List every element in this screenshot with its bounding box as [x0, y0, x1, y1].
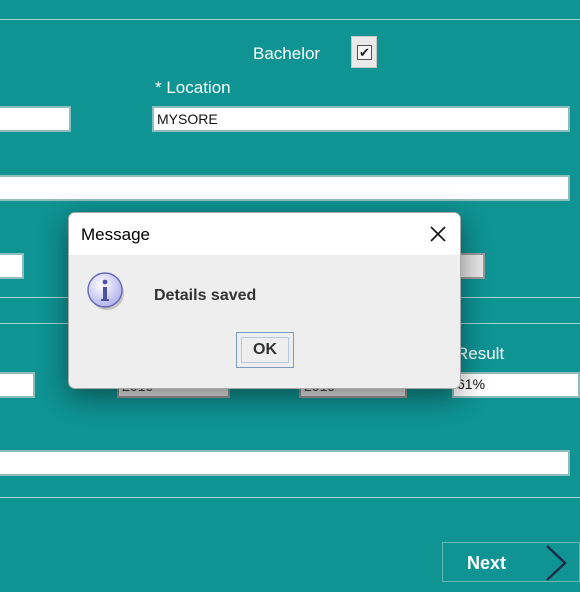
next-button-label: Next — [467, 553, 507, 573]
info-icon — [87, 272, 124, 310]
divider — [0, 19, 580, 20]
location-label: * Location — [155, 78, 231, 97]
divider — [0, 497, 580, 498]
chevron-right-icon — [546, 545, 567, 581]
next-button[interactable]: Next — [442, 542, 580, 582]
location-field[interactable]: MYSORE — [152, 106, 570, 132]
address-field[interactable] — [0, 175, 570, 201]
dialog-title: Message — [81, 225, 150, 244]
checkbox-check-icon: ✔ — [357, 45, 372, 60]
text-field-small[interactable] — [0, 253, 24, 279]
close-icon[interactable] — [428, 224, 448, 244]
remarks-field[interactable] — [0, 450, 570, 476]
bachelor-label: Bachelor — [253, 44, 321, 63]
result-field[interactable]: 61% — [452, 372, 580, 398]
bachelor-checkbox[interactable]: ✔ — [351, 36, 377, 68]
text-field-left[interactable] — [0, 106, 71, 132]
text-field-row[interactable] — [0, 372, 35, 398]
dialog-message: Details saved — [154, 287, 257, 304]
dialog-titlebar: Message — [69, 213, 460, 255]
ok-button[interactable]: OK — [236, 332, 294, 368]
message-dialog: Message Details saved OK — [68, 212, 461, 389]
result-label: Result — [456, 344, 505, 363]
